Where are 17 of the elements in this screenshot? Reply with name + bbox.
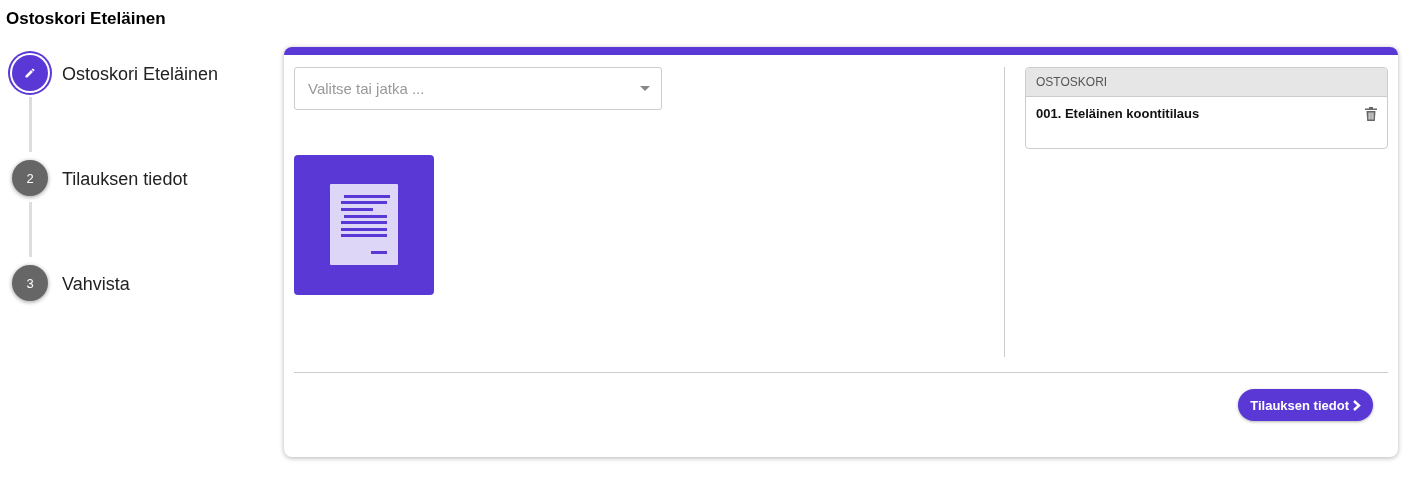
step-label[interactable]: Vahvista (62, 274, 130, 295)
document-icon (330, 184, 398, 266)
select-field[interactable]: Valitse tai jatka ... (294, 67, 662, 110)
document-tile[interactable] (294, 155, 434, 295)
page-title: Ostoskori Eteläinen (6, 9, 166, 29)
step-number[interactable]: 2 (12, 160, 48, 196)
chevron-right-icon (1353, 399, 1361, 411)
step-label[interactable]: Ostoskori Eteläinen (62, 64, 219, 85)
caret-icon (640, 86, 650, 91)
cart-heading: OSTOSKORI (1026, 68, 1387, 97)
step-number[interactable]: 3 (12, 265, 48, 301)
cart-item-label: 001. Eteläinen koontitilaus (1036, 106, 1200, 121)
trash-icon[interactable] (1365, 106, 1377, 121)
step-active-marker[interactable] (12, 55, 48, 91)
step-label[interactable]: Tilauksen tiedot (62, 169, 188, 190)
pencil-icon (24, 67, 36, 79)
next-button[interactable]: Tilauksen tiedot (1238, 389, 1373, 421)
